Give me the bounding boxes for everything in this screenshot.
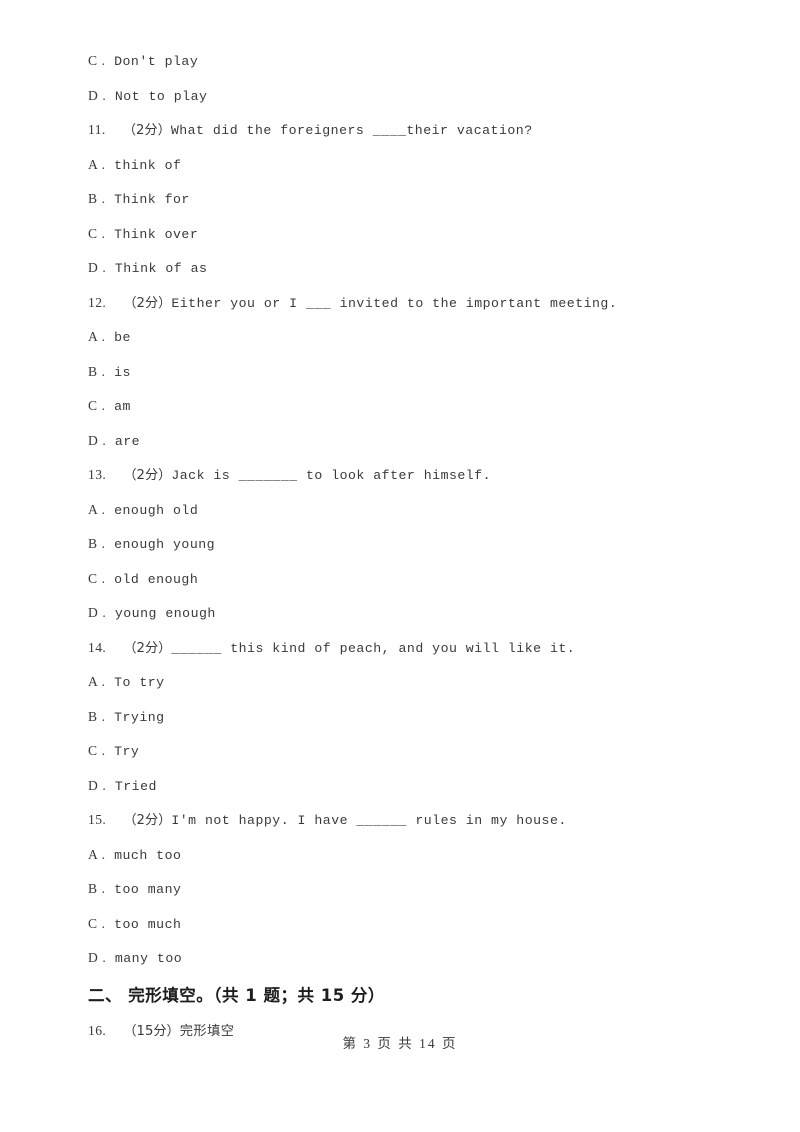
option-label: D . bbox=[88, 260, 107, 275]
question-text: Jack is _______ to look after himself. bbox=[171, 468, 492, 483]
option-label: B . bbox=[88, 881, 106, 896]
option-text: think of bbox=[114, 157, 182, 173]
option-text: Think over bbox=[114, 226, 199, 242]
option-row[interactable]: A . enough old bbox=[88, 493, 728, 528]
question-text: What did the foreigners ____their vacati… bbox=[170, 123, 533, 138]
option-text: Not to play bbox=[114, 88, 208, 104]
option-label: D . bbox=[88, 87, 107, 103]
option-row[interactable]: D . Think of as bbox=[88, 251, 728, 286]
option-row[interactable]: A . be bbox=[88, 320, 728, 355]
question-marks: （2分） bbox=[123, 468, 172, 483]
document-page: C . Don't play D . Not to play 11. （2分）Wha… bbox=[0, 0, 800, 1132]
option-label: C . bbox=[88, 743, 106, 758]
option-text: Try bbox=[114, 744, 140, 759]
option-row[interactable]: C . Try bbox=[88, 734, 728, 769]
option-label: D . bbox=[88, 777, 107, 793]
page-content: C . Don't play D . Not to play 11. （2分）Wha… bbox=[88, 44, 728, 1048]
question-number: 11. bbox=[88, 122, 106, 137]
option-row[interactable]: C . old enough bbox=[88, 562, 728, 597]
option-text: much too bbox=[114, 847, 182, 863]
option-row[interactable]: A . think of bbox=[88, 148, 728, 183]
option-text: too much bbox=[114, 916, 182, 932]
option-row[interactable]: B . Think for bbox=[88, 182, 728, 217]
option-text: too many bbox=[114, 882, 182, 897]
question-marks: （2分） bbox=[123, 813, 172, 828]
option-label: C . bbox=[88, 570, 106, 586]
option-text: are bbox=[114, 433, 141, 449]
option-row[interactable]: C . am bbox=[88, 389, 728, 424]
option-label: A . bbox=[88, 846, 106, 862]
question-text: I'm not happy. I have ______ rules in my… bbox=[171, 813, 567, 828]
option-text: Tried bbox=[114, 778, 157, 794]
option-row[interactable]: D . Not to play bbox=[88, 79, 728, 114]
option-label: C . bbox=[88, 915, 106, 931]
option-text: be bbox=[114, 330, 131, 345]
option-label: C . bbox=[88, 225, 106, 241]
option-text: enough old bbox=[114, 502, 199, 518]
question-row: 15. （2分）I'm not happy. I have ______ rul… bbox=[88, 803, 728, 838]
option-row[interactable]: B . too many bbox=[88, 872, 728, 907]
option-text: enough young bbox=[114, 537, 216, 552]
option-text: young enough bbox=[114, 606, 216, 621]
option-label: D . bbox=[88, 605, 107, 620]
option-row[interactable]: B . is bbox=[88, 355, 728, 390]
question-marks: （2分） bbox=[123, 295, 172, 311]
option-row[interactable]: D . are bbox=[88, 424, 728, 459]
option-text: old enough bbox=[114, 571, 199, 587]
option-label: A . bbox=[88, 674, 106, 689]
option-label: C . bbox=[88, 53, 106, 68]
option-text: To try bbox=[114, 675, 165, 690]
question-marks: （2分） bbox=[122, 123, 171, 138]
option-row[interactable]: D . young enough bbox=[88, 596, 728, 631]
option-text: Think of as bbox=[114, 261, 208, 276]
section-heading: 二、 完形填空。（共 1 题；共 15 分） bbox=[88, 985, 385, 1005]
page-footer: 第 3 页 共 14 页 bbox=[342, 1036, 458, 1051]
option-row[interactable]: A . much too bbox=[88, 838, 728, 873]
option-text: is bbox=[114, 364, 131, 380]
question-row: 14. （2分）______ this kind of peach, and y… bbox=[88, 631, 728, 666]
question-row: 12. （2分）Either you or I ___ invited to t… bbox=[88, 286, 728, 321]
option-row[interactable]: D . many too bbox=[88, 941, 728, 976]
option-label: D . bbox=[88, 950, 107, 965]
option-label: B . bbox=[88, 708, 106, 724]
option-text: many too bbox=[114, 951, 183, 966]
option-row[interactable]: C . Think over bbox=[88, 217, 728, 252]
question-row: 11. （2分）What did the foreigners ____thei… bbox=[88, 113, 728, 148]
question-number: 14. bbox=[88, 639, 107, 655]
option-text: Think for bbox=[114, 192, 190, 207]
option-text: Don't play bbox=[114, 54, 199, 69]
option-label: A . bbox=[88, 329, 106, 344]
option-label: B . bbox=[88, 363, 106, 379]
question-number: 12. bbox=[88, 294, 107, 310]
option-row[interactable]: B . Trying bbox=[88, 700, 728, 735]
option-label: D . bbox=[88, 432, 107, 448]
option-row[interactable]: A . To try bbox=[88, 665, 728, 700]
question-marks: （2分） bbox=[123, 640, 172, 656]
question-text: ______ this kind of peach, and you will … bbox=[171, 640, 576, 656]
question-text: Either you or I ___ invited to the impor… bbox=[171, 295, 618, 311]
option-label: B . bbox=[88, 536, 106, 551]
option-label: A . bbox=[88, 501, 106, 517]
option-row[interactable]: D . Tried bbox=[88, 769, 728, 804]
option-text: am bbox=[114, 399, 131, 414]
option-row[interactable]: C . too much bbox=[88, 907, 728, 942]
question-row: 13. （2分）Jack is _______ to look after hi… bbox=[88, 458, 728, 493]
option-label: A . bbox=[88, 156, 106, 172]
option-row[interactable]: C . Don't play bbox=[88, 44, 728, 79]
question-number: 13. bbox=[88, 467, 107, 482]
question-number: 15. bbox=[88, 812, 107, 827]
option-label: B . bbox=[88, 191, 106, 206]
option-text: Trying bbox=[114, 709, 165, 725]
option-label: C . bbox=[88, 398, 106, 413]
option-row[interactable]: B . enough young bbox=[88, 527, 728, 562]
